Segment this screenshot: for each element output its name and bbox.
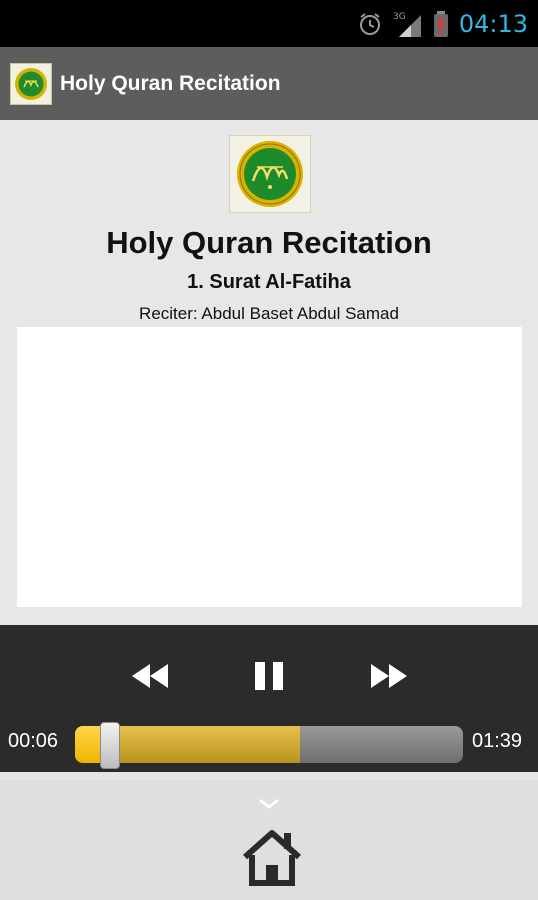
action-bar: Holy Quran Recitation (0, 47, 538, 120)
chevron-down-icon[interactable] (257, 796, 281, 815)
quran-emblem-icon (229, 135, 311, 213)
svg-text:3G: 3G (393, 12, 406, 22)
battery-alert-icon (433, 10, 449, 38)
home-button[interactable] (239, 827, 305, 887)
page-title: Holy Quran Recitation (106, 225, 432, 260)
pause-button[interactable] (241, 655, 297, 697)
current-time: 00:06 (8, 730, 59, 752)
seek-bar[interactable] (75, 726, 463, 763)
status-icons: 3G 04:13 (357, 0, 528, 47)
seek-thumb[interactable] (99, 722, 120, 769)
alarm-icon (357, 11, 383, 37)
total-time: 01:39 (472, 730, 523, 752)
surah-name: 1. Surat Al-Fatiha (187, 271, 351, 293)
fast-forward-button[interactable] (361, 655, 417, 697)
bottom-bar (0, 780, 538, 900)
media-player: 00:06 01:39 (0, 625, 538, 772)
fast-forward-icon (371, 664, 407, 688)
status-bar: 3G 04:13 (0, 0, 538, 47)
clock: 04:13 (458, 9, 528, 38)
pause-icon (255, 662, 283, 690)
home-icon (243, 830, 301, 886)
reciter-label: Reciter: Abdul Baset Abdul Samad (139, 304, 399, 323)
quran-logo-icon[interactable] (10, 62, 52, 105)
rewind-button[interactable] (122, 655, 178, 697)
action-bar-title: Holy Quran Recitation (60, 71, 281, 95)
signal-icon: 3G (393, 9, 423, 39)
recitation-text-panel (17, 327, 522, 607)
rewind-icon (132, 664, 168, 688)
